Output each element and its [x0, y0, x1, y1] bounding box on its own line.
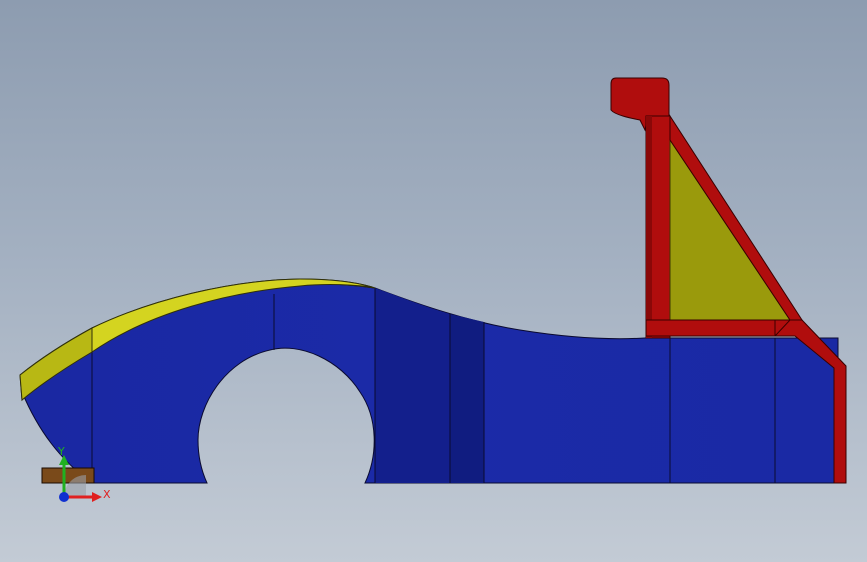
y-axis-label: Y — [57, 445, 65, 458]
model-view[interactable]: Y X — [0, 0, 867, 562]
graphics-viewport[interactable]: Y X — [0, 0, 867, 562]
x-axis-label: X — [103, 488, 111, 501]
